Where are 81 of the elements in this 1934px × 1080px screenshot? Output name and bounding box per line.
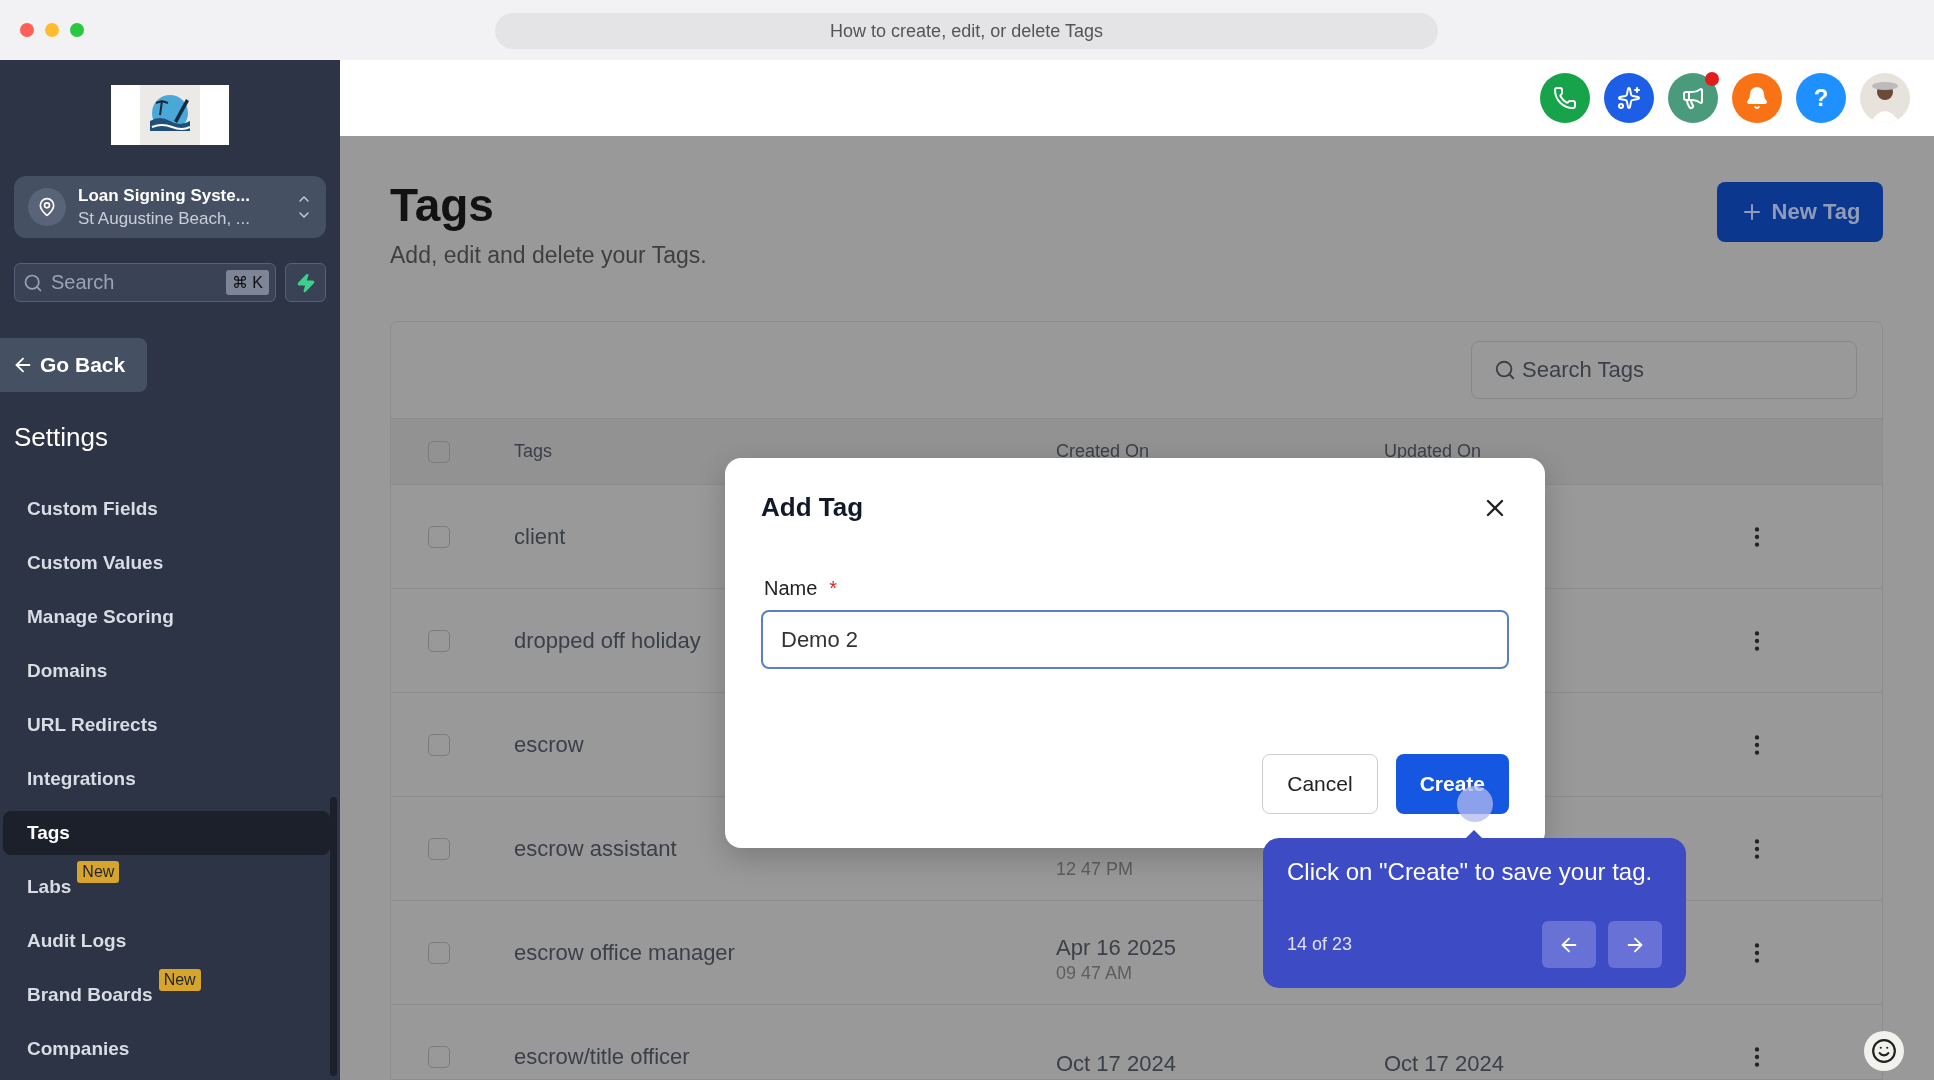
maximize-window-button[interactable]	[70, 23, 84, 37]
lightning-icon	[295, 272, 316, 293]
sparkle-icon	[1617, 86, 1641, 110]
sidebar-item[interactable]: Custom Values	[3, 541, 330, 585]
sidebar-item[interactable]: Domains	[3, 649, 330, 693]
sidebar-item[interactable]: Integrations	[3, 757, 330, 801]
sidebar-item-label: Manage Scoring	[27, 606, 174, 628]
sidebar-item[interactable]: Tags	[3, 811, 330, 855]
date-text: Oct 17 2024	[1056, 1050, 1176, 1077]
sidebar-item-label: Domains	[27, 660, 108, 682]
go-back-button[interactable]: Go Back	[0, 338, 147, 392]
sidebar-item[interactable]: URL Redirects	[3, 703, 330, 747]
tag-name: escrow/title officer	[514, 1043, 690, 1070]
notifications-button[interactable]	[1732, 73, 1782, 123]
dialog-title: Add Tag	[761, 492, 864, 523]
close-window-button[interactable]	[20, 23, 34, 37]
previous-step-button[interactable]	[1542, 921, 1596, 968]
tag-name: escrow assistant	[514, 835, 677, 862]
column-header: Updated On	[1384, 441, 1483, 462]
sidebar-item-label: Custom Fields	[27, 498, 158, 520]
page-subtitle: Add, edit and delete your Tags.	[390, 242, 707, 269]
new-tag-button[interactable]: New Tag	[1717, 182, 1883, 242]
row-checkbox[interactable]	[428, 837, 450, 860]
location-name: Loan Signing Syste...	[78, 185, 251, 206]
location-address: St Augustine Beach, ...	[78, 208, 251, 229]
column-header: Tags	[514, 441, 554, 462]
sidebar-item[interactable]: Manage Scoring	[3, 595, 330, 639]
date-text: Oct 17 2024	[1384, 1050, 1504, 1077]
sidebar-item-label: Integrations	[27, 768, 136, 790]
location-switcher[interactable]: Loan Signing Syste... St Augustine Beach, ...	[14, 176, 326, 238]
tag-name: escrow	[514, 731, 584, 758]
field-label: Name	[764, 577, 818, 600]
search-tags-field[interactable]: Search Tags	[1471, 341, 1857, 399]
location-pin-icon	[37, 197, 57, 217]
new-badge: New	[158, 969, 201, 991]
time-text: 09 47 AM	[1056, 963, 1133, 984]
sidebar-item-label: Audit Logs	[27, 930, 127, 952]
scrollbar[interactable]	[330, 797, 337, 1076]
search-icon	[1494, 359, 1516, 381]
quick-action-button[interactable]	[285, 263, 326, 302]
column-header: Created On	[1056, 441, 1151, 462]
settings-heading: Settings	[14, 422, 109, 454]
chat-icon	[1871, 1038, 1897, 1064]
search-field[interactable]: Search ⌘ K	[14, 263, 276, 302]
profile-button[interactable]	[1860, 73, 1910, 123]
sidebar-item-label: URL Redirects	[27, 714, 158, 736]
sidebar-item[interactable]: Custom Fields	[3, 487, 330, 531]
bell-icon	[1745, 86, 1769, 110]
megaphone-icon	[1681, 86, 1705, 110]
announcements-button[interactable]	[1668, 73, 1718, 123]
step-counter: 14 of 23	[1287, 934, 1354, 955]
time-text: 12 47 PM	[1056, 859, 1134, 880]
cancel-button[interactable]: Cancel	[1262, 754, 1378, 814]
sidebar-item-label: Tags	[27, 822, 70, 844]
required-mark: *	[829, 577, 838, 600]
sidebar-item-label: Brand Boards	[27, 984, 153, 1006]
tag-name: escrow office manager	[514, 939, 735, 966]
row-checkbox[interactable]	[428, 1045, 450, 1068]
sidebar-item-label: Companies	[27, 1038, 130, 1060]
ai-button[interactable]	[1604, 73, 1654, 123]
search-icon	[23, 272, 43, 293]
page-title: Tags	[390, 178, 495, 232]
date-text: Apr 16 2025	[1056, 935, 1176, 961]
new-badge: New	[77, 861, 120, 883]
row-checkbox[interactable]	[428, 525, 450, 548]
row-checkbox[interactable]	[428, 733, 450, 756]
sidebar-item[interactable]: Companies	[3, 1027, 330, 1071]
row-checkbox[interactable]	[428, 941, 450, 964]
phone-icon	[1553, 86, 1577, 110]
name-input[interactable]: Demo 2	[761, 610, 1509, 669]
tooltip-text: Click on "Create" to save your tag.	[1287, 858, 1654, 886]
row-checkbox[interactable]	[428, 629, 450, 652]
next-step-button[interactable]	[1608, 921, 1662, 968]
tag-name: dropped off holiday	[514, 627, 701, 654]
sidebar-item-label: Labs	[27, 876, 72, 898]
shortcut-key: ⌘ K	[225, 270, 269, 295]
sidebar-item-label: Custom Values	[27, 552, 164, 574]
address-bar[interactable]: How to create, edit, or delete Tags	[495, 13, 1438, 49]
phone-button[interactable]	[1540, 73, 1590, 123]
tag-name: client	[514, 523, 566, 550]
sidebar-item[interactable]: Audit Logs	[3, 919, 330, 963]
